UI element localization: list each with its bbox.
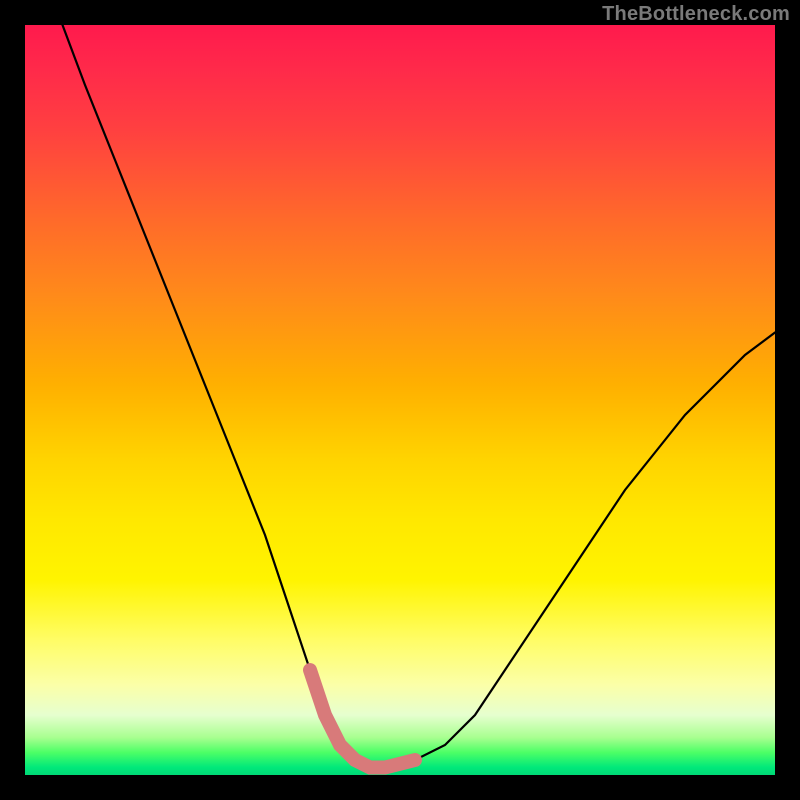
- bottleneck-highlight: [310, 670, 415, 768]
- attribution-label: TheBottleneck.com: [602, 3, 790, 26]
- outer-black-frame: TheBottleneck.com: [0, 0, 800, 800]
- chart-svg: [25, 25, 775, 775]
- bottleneck-curve: [63, 25, 776, 768]
- plot-area: [25, 25, 775, 775]
